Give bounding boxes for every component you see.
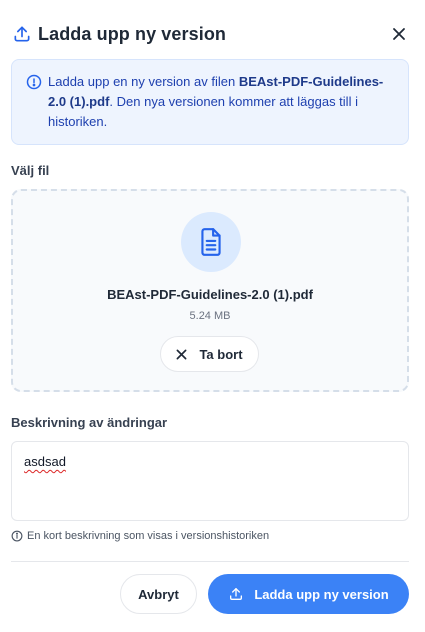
description-label: Beskrivning av ändringar — [11, 415, 168, 430]
close-icon — [393, 28, 405, 40]
file-label: Välj fil — [11, 163, 50, 178]
upload-icon — [12, 24, 32, 44]
info-icon — [26, 74, 42, 90]
close-button[interactable] — [387, 22, 411, 46]
submit-label: Ladda upp ny version — [254, 586, 389, 602]
footer-divider — [11, 561, 409, 562]
description-hint: En kort beskrivning som visas i versions… — [11, 530, 269, 542]
info-text: Ladda upp en ny version av filen BEAst-P… — [48, 72, 396, 132]
file-dropzone[interactable]: BEAst-PDF-Guidelines-2.0 (1).pdf 5.24 MB… — [11, 189, 409, 392]
dialog-title: Ladda upp ny version — [38, 23, 227, 44]
close-icon — [177, 349, 187, 359]
document-icon — [201, 228, 221, 256]
info-banner: Ladda upp en ny version av filen BEAst-P… — [11, 59, 409, 145]
file-icon-circle — [181, 212, 241, 272]
hint-text: En kort beskrivning som visas i versions… — [27, 530, 270, 542]
upload-icon — [228, 586, 244, 602]
upload-version-dialog: Ladda upp ny version Ladda upp en ny ver… — [0, 0, 425, 632]
description-value: asdsad — [24, 454, 66, 469]
dialog-header: Ladda upp ny version — [12, 20, 411, 48]
remove-file-label: Ta bort — [199, 346, 243, 362]
info-text-before: Ladda upp en ny version av filen — [48, 74, 239, 89]
description-textarea[interactable]: asdsad — [11, 441, 409, 521]
cancel-button[interactable]: Avbryt — [120, 574, 197, 614]
file-size: 5.24 MB — [189, 310, 231, 322]
file-name: BEAst-PDF-Guidelines-2.0 (1).pdf — [107, 287, 313, 302]
remove-file-button[interactable]: Ta bort — [160, 336, 259, 372]
upload-new-version-button[interactable]: Ladda upp ny version — [208, 574, 409, 614]
info-icon — [11, 530, 23, 542]
